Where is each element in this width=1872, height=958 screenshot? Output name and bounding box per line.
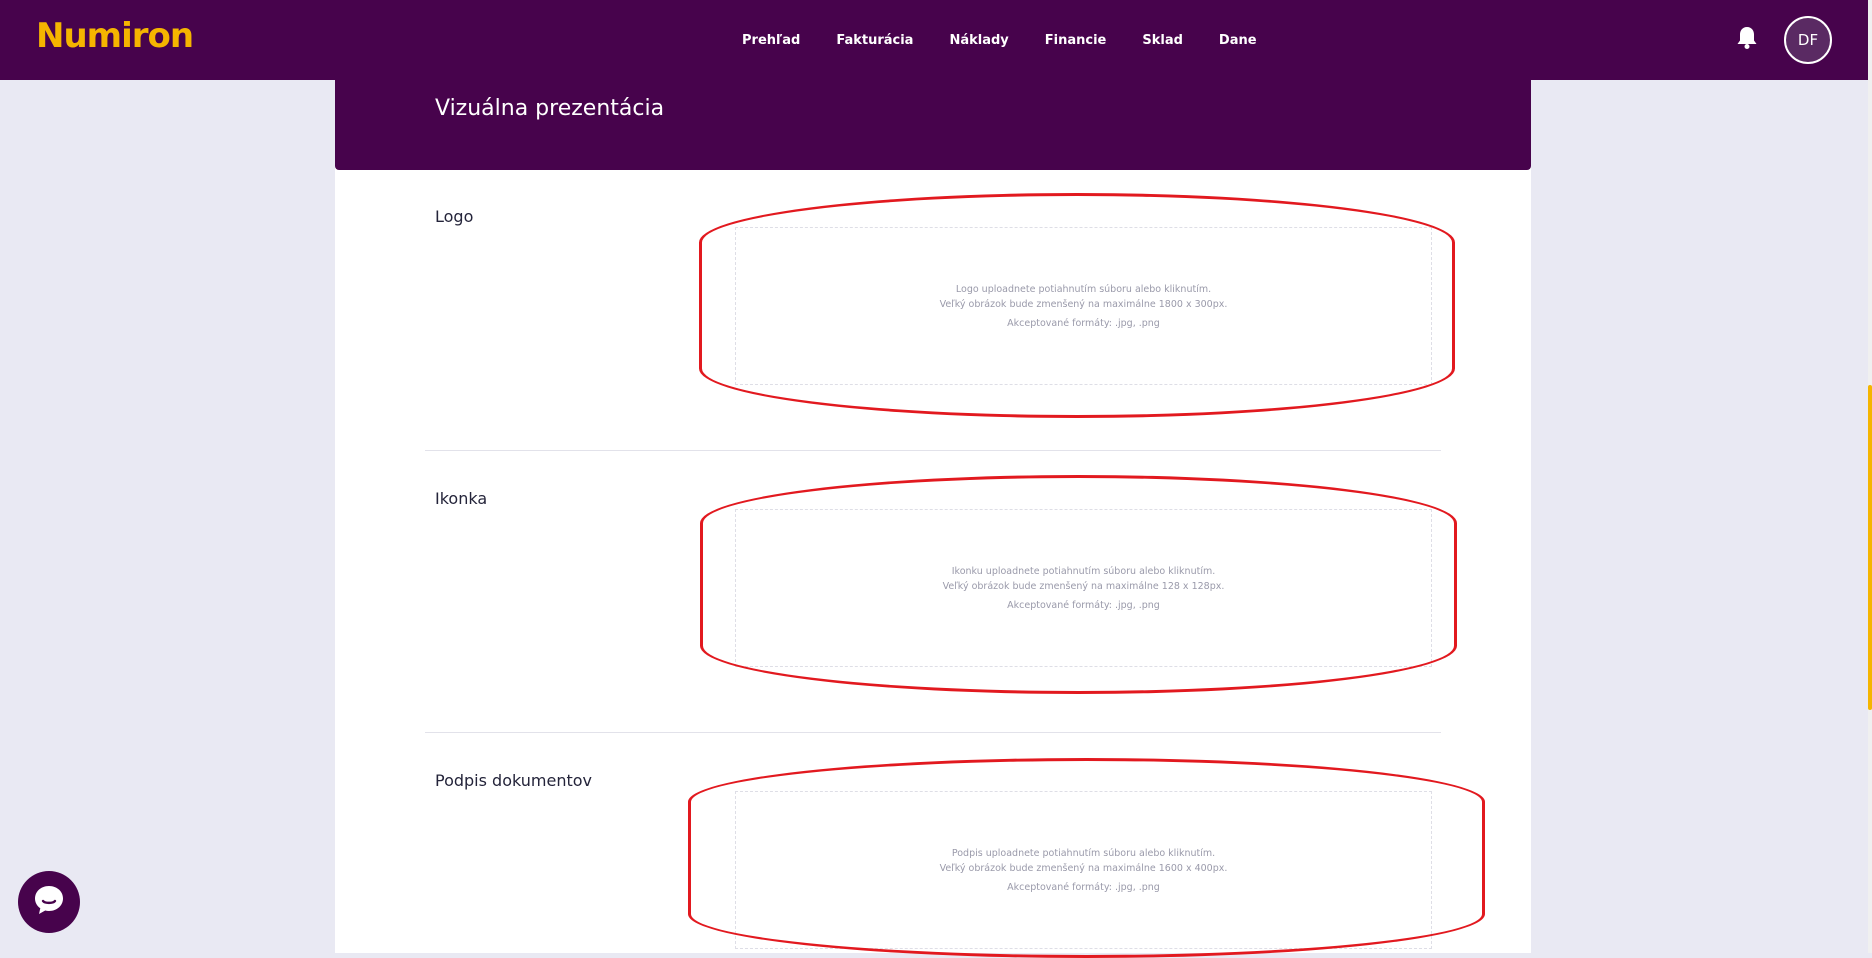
nav-item-naklady[interactable]: Náklady bbox=[949, 33, 1008, 48]
ikonka-label: Ikonka bbox=[435, 489, 488, 508]
podpis-dropzone-formats: Akceptované formáty: .jpg, .png bbox=[1007, 881, 1160, 893]
logo-dropzone-formats: Akceptované formáty: .jpg, .png bbox=[1007, 317, 1160, 329]
nav-item-dane[interactable]: Dane bbox=[1219, 33, 1257, 48]
settings-content: Vizuálna prezentácia Logo Logo uploadnet… bbox=[335, 80, 1531, 953]
podpis-dropzone-size: Veľký obrázok bude zmenšený na maximálne… bbox=[939, 862, 1228, 874]
user-avatar[interactable]: DF bbox=[1784, 16, 1832, 64]
nav-item-prehlad[interactable]: Prehľad bbox=[742, 33, 800, 48]
logo-dropzone-instruction: Logo uploadnete potiahnutím súboru alebo… bbox=[955, 283, 1212, 295]
podpis-dropzone[interactable]: Podpis uploadnete potiahnutím súboru ale… bbox=[735, 791, 1432, 949]
ikonka-dropzone-formats: Akceptované formáty: .jpg, .png bbox=[1007, 599, 1160, 611]
top-navigation-bar: Numiron Prehľad Fakturácia Náklady Finan… bbox=[0, 0, 1868, 80]
chat-bubble-icon bbox=[32, 883, 66, 921]
nav-item-financie[interactable]: Financie bbox=[1045, 33, 1107, 48]
podpis-label: Podpis dokumentov bbox=[435, 771, 593, 790]
section-divider bbox=[425, 732, 1441, 733]
logo-dropzone-size: Veľký obrázok bude zmenšený na maximálne… bbox=[939, 298, 1228, 310]
ikonka-dropzone-instruction: Ikonku uploadnete potiahnutím súboru ale… bbox=[951, 565, 1216, 577]
ikonka-dropzone[interactable]: Ikonku uploadnete potiahnutím súboru ale… bbox=[735, 509, 1432, 667]
chat-widget-button[interactable] bbox=[18, 871, 80, 933]
logo-dropzone[interactable]: Logo uploadnete potiahnutím súboru alebo… bbox=[735, 227, 1432, 385]
logo-label: Logo bbox=[435, 207, 474, 226]
podpis-dropzone-instruction: Podpis uploadnete potiahnutím súboru ale… bbox=[951, 847, 1216, 859]
section-divider bbox=[425, 450, 1441, 451]
nav-item-sklad[interactable]: Sklad bbox=[1142, 33, 1183, 48]
scrollbar-thumb[interactable] bbox=[1868, 385, 1872, 710]
nav-item-fakturacia[interactable]: Fakturácia bbox=[836, 33, 913, 48]
bell-icon[interactable] bbox=[1736, 25, 1758, 51]
section-header: Vizuálna prezentácia bbox=[335, 80, 1531, 170]
brand-logo[interactable]: Numiron bbox=[36, 16, 194, 56]
ikonka-dropzone-size: Veľký obrázok bude zmenšený na maximálne… bbox=[942, 580, 1225, 592]
section-title: Vizuálna prezentácia bbox=[435, 96, 665, 121]
main-nav: Prehľad Fakturácia Náklady Financie Skla… bbox=[742, 0, 1293, 80]
